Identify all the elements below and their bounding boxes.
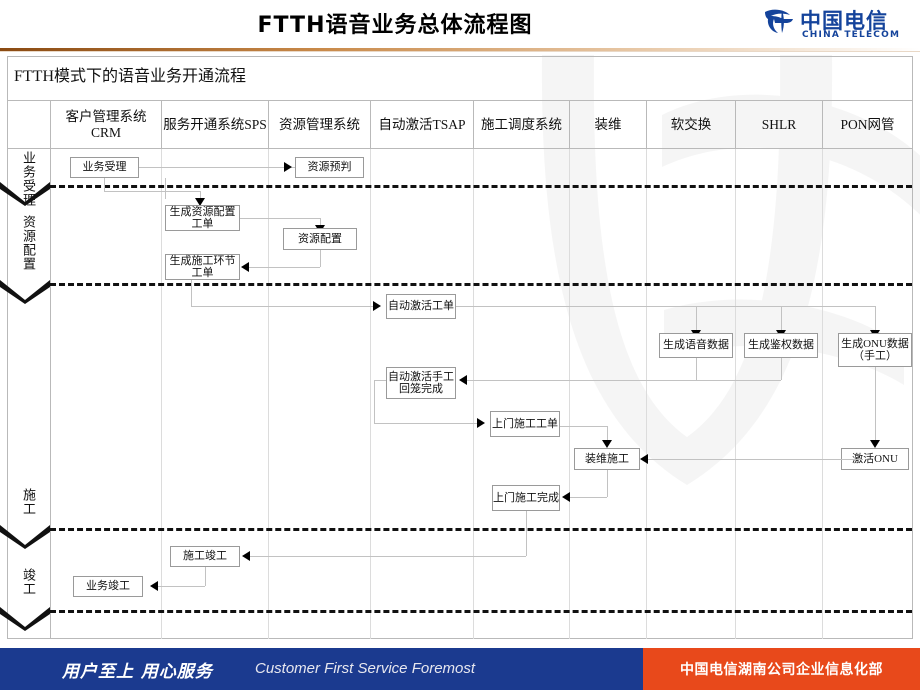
china-telecom-mark-icon [765,9,793,33]
body-guide-2 [268,149,269,639]
body-guide-1 [161,149,162,639]
connector-to-n7 [696,306,697,332]
connector-n1-down [165,178,166,199]
column-header-instal: 装维 [594,116,622,132]
column-header-pon: PON网管 [840,116,895,132]
body-guide-5 [569,149,570,639]
connector-n5-n6-h [191,306,373,307]
node-n10[interactable]: 自动激活手工回笼完成 [386,367,456,399]
node-n1[interactable]: 业务受理 [70,157,139,178]
connector-n3-n4-h [240,218,320,219]
page-title: FTTH语音业务总体流程图 [257,13,533,38]
body-guide-3 [370,149,371,639]
node-n5[interactable]: 生成施工环节工单 [165,254,240,280]
connector-n12-n14-h [570,497,607,498]
logo-text-en: CHINA TELECOM [802,30,901,40]
slide-header: FTTH语音业务总体流程图 中国电信 CHINA TELECOM [0,0,920,48]
connector-n12-down [607,470,608,497]
phase-separator-4 [50,610,912,613]
connector-to-n8 [781,306,782,332]
connector-n1-drop [104,178,105,192]
connector-n14-n15-h [250,556,526,557]
column-header-soft: 软交换 [670,116,712,132]
node-n14[interactable]: 上门施工完成 [492,485,560,511]
header-divider-thin [0,51,920,52]
connector-n2-n1 [139,167,299,168]
footer-organization: 中国电信湖南公司企业信息化部 [643,648,920,690]
column-header-shlr: SHLR [761,116,797,132]
arrow-into-n11 [477,418,485,428]
connector-n13-n12-h [648,459,863,460]
arrow-into-n14 [562,492,570,502]
column-header-sched: 施工调度系统 [481,116,562,132]
arrow-into-n16 [150,581,158,591]
column-header-crm: 客户管理系统CRM [65,108,147,140]
connector-n15-down [205,567,206,586]
stage-chevron-4-icon [0,607,50,631]
node-n8[interactable]: 生成鉴权数据 [744,333,818,358]
column-header-sps: 服务开通系统SPS [163,116,267,132]
connector-n7-down [696,358,697,380]
column-header-tsap: 自动激活TSAP [378,116,466,132]
body-guide-6 [646,149,647,639]
stage-label-complete: 竣工 [21,568,36,596]
stage-chevron-2-icon [0,280,50,304]
connector-n10-n11-h [374,423,477,424]
body-guide-4 [473,149,474,639]
node-n7[interactable]: 生成语音数据 [659,333,733,358]
footer-slogan-en: Customer First Service Foremost [255,660,476,677]
node-n15[interactable]: 施工竣工 [170,546,240,567]
column-separator-stage [50,101,51,639]
node-n16[interactable]: 业务竣工 [73,576,143,597]
phase-separator-2 [50,283,912,286]
body-guide-7 [735,149,736,639]
node-n6[interactable]: 自动激活工单 [386,294,456,319]
connector-n10-down [374,380,375,423]
arrow-into-n2 [284,162,292,172]
stage-chevron-3-icon [0,525,50,549]
connector-n6-right-h [456,306,876,307]
column-header-divider [8,148,912,149]
connector-n5-down [191,280,192,306]
arrow-into-n5 [241,262,249,272]
connector-n14-down [526,511,527,556]
body-guide-8 [822,149,823,639]
connector-n8-down [781,358,782,380]
node-n9[interactable]: 生成ONU数据（手工） [838,333,912,367]
connector-n11-n12-h [560,426,607,427]
node-n11[interactable]: 上门施工工单 [490,411,560,437]
node-n3[interactable]: 生成资源配置工单 [165,205,240,231]
column-header-rms: 资源管理系统 [279,116,360,132]
phase-separator-3 [50,528,912,531]
node-n2[interactable]: 资源预判 [295,157,364,178]
connector-to-n9 [875,306,876,332]
stage-chevron-1-icon [0,182,50,206]
node-n12[interactable]: 装维施工 [574,448,640,470]
connector-n10-left-h [374,380,386,381]
connector-merge-n10-h [467,380,781,381]
arrow-into-n6 [373,301,381,311]
panel-title-divider [8,100,912,101]
connector-n1-to-n3-h [104,191,200,192]
slide-canvas: FTTH语音业务总体流程图 中国电信 CHINA TELECOM FTTH模式下… [0,0,920,690]
phase-separator-1 [50,185,912,188]
node-n4[interactable]: 资源配置 [283,228,357,250]
arrow-into-n15 [242,551,250,561]
panel-title: FTTH模式下的语音业务开通流程 [14,68,247,85]
footer-slogan-cn: 用户至上 用心服务 [62,662,213,682]
connector-n9-down [875,367,876,442]
stage-label-resource: 资源配置 [21,215,36,271]
connector-n4-n5-h [249,267,320,268]
stage-label-construct: 施工 [21,488,36,516]
arrow-into-n13 [870,440,880,448]
connector-n4-down [320,250,321,267]
connector-n15-n16-h [158,586,205,587]
slide-footer: 用户至上 用心服务 Customer First Service Foremos… [0,648,920,690]
china-telecom-logo: 中国电信 CHINA TELECOM [762,6,912,44]
arrow-into-n12 [602,440,612,448]
arrow-into-n12-left [640,454,648,464]
arrow-into-n10 [459,375,467,385]
